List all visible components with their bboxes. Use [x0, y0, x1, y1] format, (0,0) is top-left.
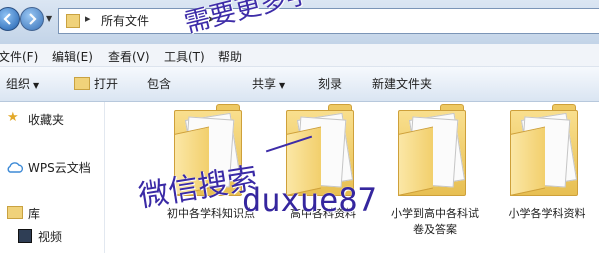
open-folder-icon: [74, 77, 90, 90]
organize-button[interactable]: 组织 ▼: [6, 75, 39, 92]
breadcrumb-all-files[interactable]: 所有文件: [101, 12, 149, 29]
menu-file[interactable]: 文件(F): [0, 48, 38, 65]
open-button[interactable]: 打开: [94, 75, 118, 92]
new-folder-button[interactable]: 新建文件夹: [372, 75, 432, 92]
history-dropdown-icon[interactable]: ▼: [46, 14, 52, 23]
menu-tools[interactable]: 工具(T): [164, 48, 205, 65]
library-icon: [7, 206, 23, 219]
arrow-right-icon: [29, 13, 37, 25]
nav-favorites[interactable]: 收藏夹: [28, 111, 64, 128]
address-box[interactable]: ▸ 所有文件 ▸: [58, 8, 599, 34]
share-button[interactable]: 共享 ▼: [252, 75, 285, 92]
watermark-line-3: duxue87: [242, 181, 377, 219]
menu-edit[interactable]: 编辑(E): [52, 48, 93, 65]
navigation-pane: ★ 收藏夹 WPS云文档 库 视频: [0, 102, 105, 253]
folder-icon: [510, 104, 578, 196]
arrow-left-icon: [3, 13, 11, 25]
nav-wps-cloud[interactable]: WPS云文档: [28, 159, 91, 176]
menu-bar: 文件(F) 编辑(E) 查看(V) 工具(T) 帮助: [0, 44, 599, 67]
dropdown-arrow-icon: ▼: [279, 81, 286, 90]
nav-video[interactable]: 视频: [38, 228, 62, 245]
cloud-icon: [7, 162, 24, 173]
folder-icon: [66, 14, 80, 28]
include-in-library-button[interactable]: 包含: [147, 75, 171, 92]
share-label: 共享: [252, 77, 277, 91]
dropdown-arrow-icon: ▼: [33, 81, 40, 90]
folder-name: 小学各学科资料: [508, 207, 586, 220]
nav-library[interactable]: 库: [28, 205, 40, 222]
folder-icon: [398, 104, 466, 196]
command-toolbar: 组织 ▼ 打开 包含 共享 ▼ 刻录 新建文件夹: [0, 67, 599, 102]
menu-view[interactable]: 查看(V): [108, 48, 150, 65]
burn-button[interactable]: 刻录: [318, 75, 342, 92]
forward-button[interactable]: [20, 7, 44, 31]
organize-label: 组织: [6, 77, 31, 91]
menu-help[interactable]: 帮助: [218, 48, 242, 65]
folder-name: 小学到高中各科试卷及答案: [391, 207, 479, 236]
chevron-right-icon[interactable]: ▸: [85, 12, 91, 25]
back-button[interactable]: [0, 7, 20, 31]
star-icon: ★: [7, 110, 19, 125]
video-icon: [18, 229, 32, 243]
